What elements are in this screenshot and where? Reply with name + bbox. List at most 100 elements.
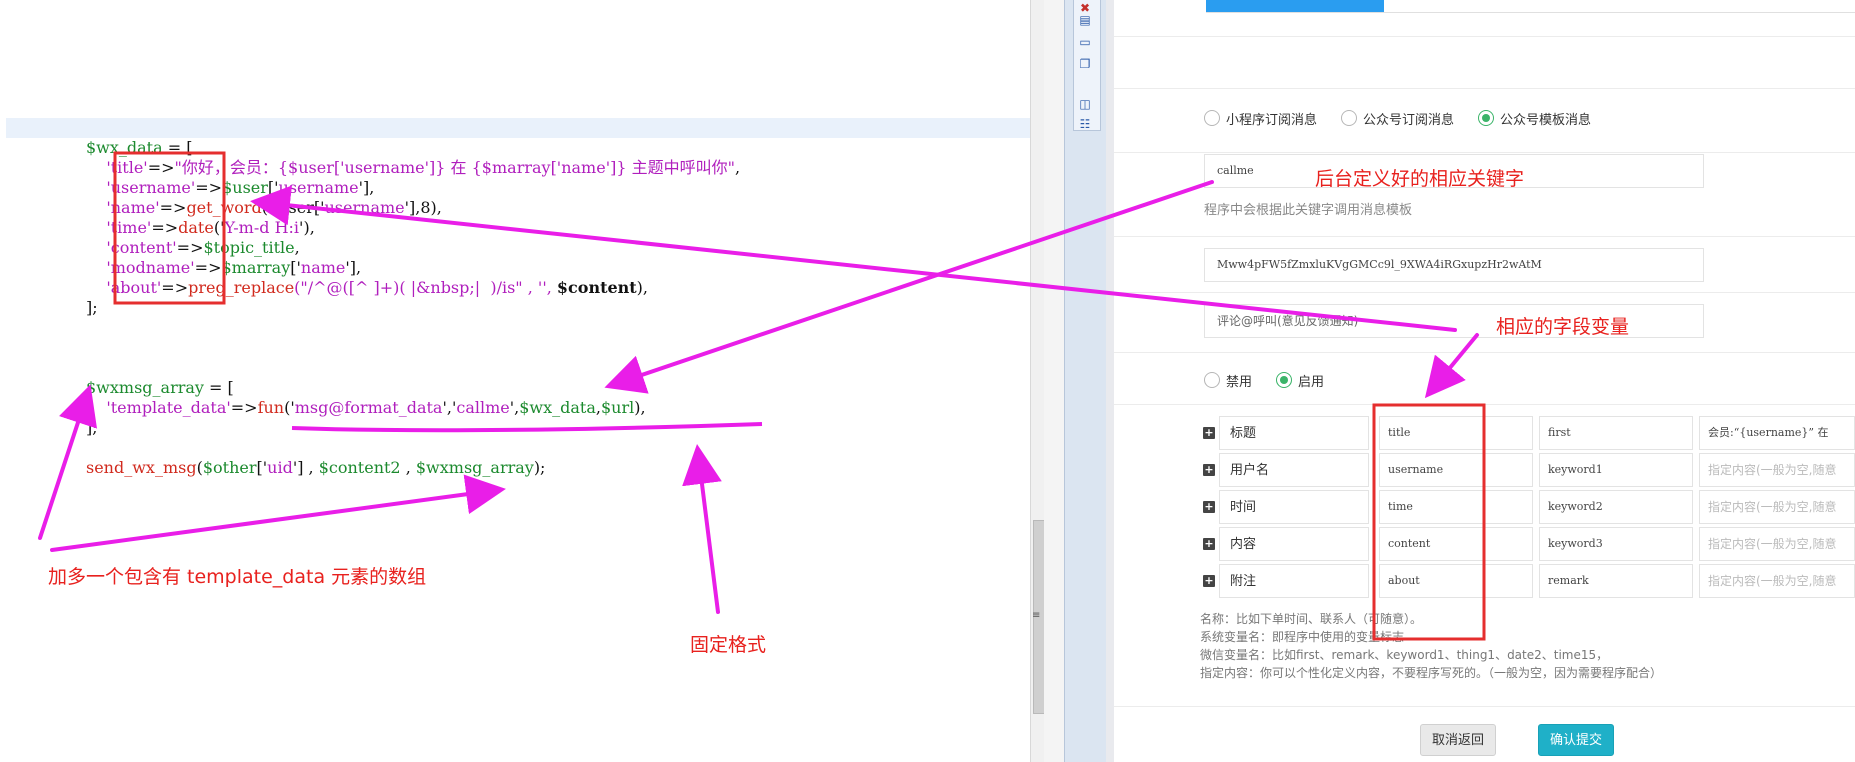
code-token: 'name' <box>106 198 160 217</box>
editor-scrollbar[interactable]: ≡ <box>1030 0 1045 762</box>
radio-mini-program-subscribe[interactable]: 小程序订阅消息 <box>1204 109 1317 128</box>
add-row-plus-icon[interactable]: + <box>1203 575 1215 587</box>
wechat-variable-field[interactable]: keyword2 <box>1539 490 1693 524</box>
status-group: 禁用 启用 <box>1204 369 1348 391</box>
clipboard-icon[interactable]: ▤ <box>1077 12 1093 28</box>
note-line: 指定内容：你可以个性化定义内容，不要程序写死的。（一般为空，因为需要程序配合） <box>1200 666 1663 680</box>
radio-enabled[interactable]: 启用 <box>1276 371 1324 390</box>
add-row-plus-icon[interactable]: + <box>1203 501 1215 513</box>
code-token: 'username' <box>106 178 196 197</box>
add-row-plus-icon[interactable]: + <box>1203 464 1215 476</box>
custom-content-field[interactable]: 指定内容(一般为空,随意 <box>1699 527 1855 561</box>
add-row-plus-icon[interactable]: + <box>1203 538 1215 550</box>
code-token: [' <box>256 458 268 477</box>
code-token: $wx_data <box>519 398 596 417</box>
field-name-cell: 内容 <box>1219 527 1369 561</box>
code-token: ',' <box>442 398 457 417</box>
code-token: => <box>195 178 223 197</box>
radio-dot[interactable] <box>1341 110 1358 126</box>
array-annotation: 加多一个包含有 template_data 元素的数组 <box>48 566 427 588</box>
code-token: [' <box>267 178 279 197</box>
field-name-cell: 附注 <box>1219 564 1369 598</box>
code-token: ', <box>509 398 520 417</box>
radio-official-subscribe[interactable]: 公众号订阅消息 <box>1341 109 1454 128</box>
radio-label: 公众号订阅消息 <box>1363 112 1455 128</box>
code-token: (' <box>213 218 225 237</box>
radio-dot[interactable] <box>1276 372 1293 388</box>
code-token: "你好，会员：{$user['username']} 在 {$marray['n… <box>174 158 735 177</box>
code-token: => <box>176 238 204 257</box>
system-variable-field[interactable]: username <box>1379 453 1533 487</box>
code-token: => <box>159 198 187 217</box>
code-token: 'content' <box>106 238 177 257</box>
code-line: ]; <box>86 298 98 318</box>
custom-content-field[interactable]: 会员:“{username}” 在 <box>1699 416 1855 450</box>
radio-dot[interactable] <box>1204 372 1220 388</box>
add-row-plus-icon[interactable]: + <box>1203 427 1215 439</box>
field-variable-annotation: 相应的字段变量 <box>1496 316 1630 338</box>
note-line: 名称：比如下单时间、联系人（可随意）。 <box>1200 612 1423 626</box>
code-token: callme <box>456 398 510 417</box>
code-token: [' <box>290 258 301 277</box>
wechat-variable-field[interactable]: first <box>1539 416 1693 450</box>
code-token: send_wx_msg <box>86 458 197 477</box>
code-token: ($user[' <box>261 198 325 217</box>
monitor-icon[interactable]: ▭ <box>1077 34 1093 50</box>
copy-icon[interactable]: ❐ <box>1077 56 1093 72</box>
submit-button[interactable]: 确认提交 <box>1538 724 1614 756</box>
code-token: uid <box>267 458 293 477</box>
custom-content-field[interactable]: 指定内容(一般为空,随意 <box>1699 490 1855 524</box>
code-line: $wx_data = [ <box>86 138 192 158</box>
divider <box>1114 292 1855 293</box>
code-line: 'modname'=>$marray['name'], <box>86 258 361 278</box>
window-icon[interactable]: ◫ <box>1077 96 1093 112</box>
radio-dot[interactable] <box>1204 110 1220 126</box>
system-variable-field[interactable]: time <box>1379 490 1533 524</box>
fixed-format-annotation: 固定格式 <box>690 634 767 656</box>
radio-label: 小程序订阅消息 <box>1226 112 1318 128</box>
active-tab-indicator[interactable] <box>1206 0 1384 12</box>
cancel-button[interactable]: 取消返回 <box>1420 724 1496 756</box>
code-token: = [ <box>203 378 234 397</box>
scrollbar-grip-icon: ≡ <box>1032 610 1041 621</box>
current-line-highlight <box>6 118 1030 138</box>
radio-label: 启用 <box>1298 374 1325 390</box>
code-token: $marray <box>221 258 291 277</box>
radio-disabled[interactable]: 禁用 <box>1204 371 1252 390</box>
code-token: ), <box>634 398 646 417</box>
radio-official-template[interactable]: 公众号模板消息 <box>1478 109 1591 128</box>
wechat-variable-field[interactable]: keyword1 <box>1539 453 1693 487</box>
custom-content-field[interactable]: 指定内容(一般为空,随意 <box>1699 453 1855 487</box>
code-line: $wxmsg_array = [ <box>86 378 234 398</box>
system-variable-field[interactable]: title <box>1379 416 1533 450</box>
code-token: => <box>194 258 222 277</box>
radio-dot[interactable] <box>1478 110 1495 126</box>
system-variable-field[interactable]: content <box>1379 527 1533 561</box>
divider <box>1114 706 1855 707</box>
wechat-variable-field[interactable]: keyword3 <box>1539 527 1693 561</box>
code-token: => <box>147 158 175 177</box>
code-editor[interactable]: $wx_data = [ 'title'=>"你好，会员：{$user['use… <box>0 0 1030 762</box>
radio-label: 公众号模板消息 <box>1500 112 1592 128</box>
code-token: , <box>294 238 300 257</box>
field-name-cell: 标题 <box>1219 416 1369 450</box>
code-token: date <box>178 218 214 237</box>
note-line: 系统变量名：即程序中使用的变量标志 <box>1200 630 1405 644</box>
field-name-cell: 时间 <box>1219 490 1369 524</box>
code-token: , <box>734 158 741 177</box>
wechat-variable-field[interactable]: remark <box>1539 564 1693 598</box>
code-token: name <box>300 258 346 277</box>
system-variable-field[interactable]: about <box>1379 564 1533 598</box>
custom-content-field[interactable]: 指定内容(一般为空,随意 <box>1699 564 1855 598</box>
vertical-toolbar: ✖ ▤ ▭ ❐ ◫ ☷ <box>1064 0 1108 762</box>
code-token: '), <box>299 218 315 237</box>
code-line: send_wx_msg($other['uid'] , $content2 , … <box>86 458 545 478</box>
tree-icon[interactable]: ☷ <box>1077 116 1093 132</box>
template-id-field[interactable]: Mww4pFW5fZmxluKVgGMCc9l_9XWA4iRGxupzHr2w… <box>1204 248 1704 282</box>
